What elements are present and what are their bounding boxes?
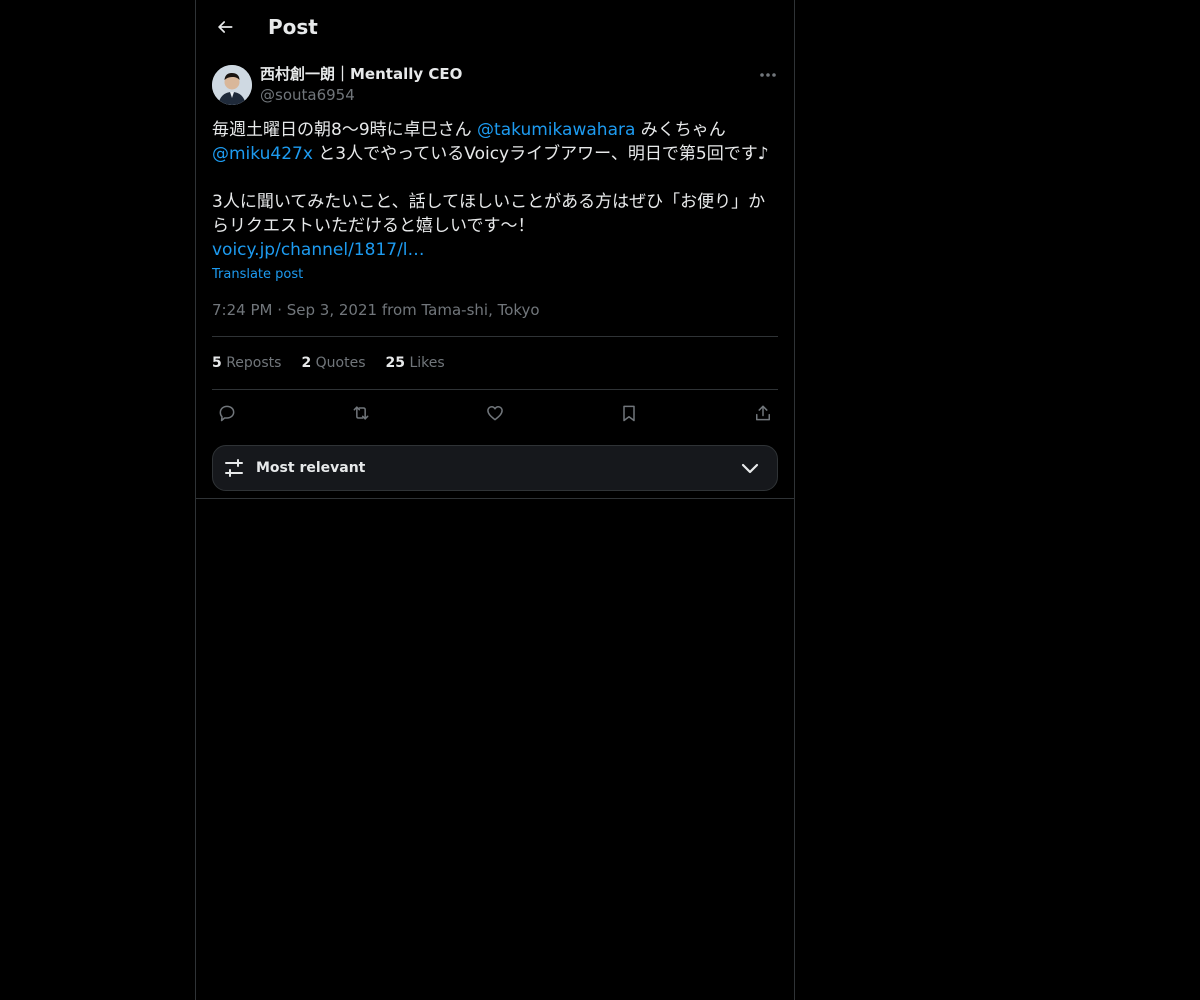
- sort-label: Most relevant: [256, 460, 366, 476]
- post-timestamp: 7:24 PM · Sep 3, 2021 from Tama-shi, Tok…: [212, 300, 540, 320]
- engagement-stats: 5 Reposts 2 Quotes 25 Likes: [212, 353, 445, 373]
- author-display-name[interactable]: 西村創一朗｜Mentally CEO: [260, 64, 462, 84]
- repost-button[interactable]: [346, 398, 376, 428]
- more-options-button[interactable]: [756, 62, 780, 88]
- meta-separator: ·: [272, 301, 287, 319]
- translate-post-link[interactable]: Translate post: [212, 266, 303, 284]
- divider: [212, 389, 778, 390]
- post-column: Post 西村創一朗｜Mentally CEO @souta6954 毎週土曜日…: [195, 0, 795, 1000]
- avatar-photo: [212, 65, 252, 105]
- likes-label: Likes: [409, 355, 445, 371]
- likes-stat[interactable]: 25 Likes: [386, 353, 445, 373]
- repost-icon: [353, 406, 369, 420]
- reply-button[interactable]: [212, 398, 242, 428]
- likes-count: 25: [385, 355, 405, 371]
- chevron-down-icon: [741, 463, 759, 474]
- like-button[interactable]: [480, 398, 510, 428]
- quotes-count: 2: [301, 355, 312, 371]
- post-date-location: Sep 3, 2021 from Tama-shi, Tokyo: [286, 301, 540, 319]
- post-time[interactable]: 7:24 PM: [212, 301, 272, 319]
- post-text-segment: 毎週土曜日の朝8〜9時に卓巳さん: [212, 120, 478, 140]
- action-bar: [212, 398, 778, 428]
- post-paragraph-2: 3人に聞いてみたいこと、話してほしいことがある方はぜひ「お便り」からリクエストい…: [212, 192, 766, 236]
- reposts-stat[interactable]: 5 Reposts: [212, 353, 281, 373]
- post-text-segment: と3人でやっているVoicyライブアワー、明日で第5回です♪: [312, 144, 769, 164]
- author-handle[interactable]: @souta6954: [260, 85, 355, 105]
- mention-link[interactable]: @miku427x: [212, 144, 313, 164]
- mention-link[interactable]: @takumikawahara: [477, 120, 635, 140]
- reposts-count: 5: [212, 355, 222, 371]
- ellipsis-icon: [760, 73, 776, 77]
- post-text-segment: みくちゃん: [635, 120, 726, 140]
- reposts-label: Reposts: [226, 355, 282, 371]
- divider: [196, 498, 794, 499]
- page-title: Post: [268, 15, 318, 39]
- like-icon: [487, 406, 503, 421]
- back-button[interactable]: [208, 10, 242, 44]
- url-link[interactable]: voicy.jp/channel/1817/l…: [212, 240, 425, 260]
- quotes-label: Quotes: [315, 355, 366, 371]
- post-paragraph-1: 毎週土曜日の朝8〜9時に卓巳さん @takumikawahara みくちゃん @m…: [212, 118, 778, 166]
- reply-icon: [219, 405, 235, 422]
- bookmark-icon: [623, 405, 635, 422]
- quotes-stat[interactable]: 2 Quotes: [301, 353, 365, 373]
- sort-replies-dropdown[interactable]: Most relevant: [212, 445, 778, 491]
- share-button[interactable]: [748, 398, 778, 428]
- top-bar: Post: [196, 0, 794, 54]
- arrow-left-icon: [218, 21, 233, 33]
- divider: [212, 336, 778, 337]
- post-text: 毎週土曜日の朝8〜9時に卓巳さん @takumikawahara みくちゃん @m…: [212, 118, 778, 262]
- share-icon: [756, 405, 770, 421]
- avatar[interactable]: [212, 65, 252, 105]
- sliders-icon: [225, 459, 243, 477]
- bookmark-button[interactable]: [614, 398, 644, 428]
